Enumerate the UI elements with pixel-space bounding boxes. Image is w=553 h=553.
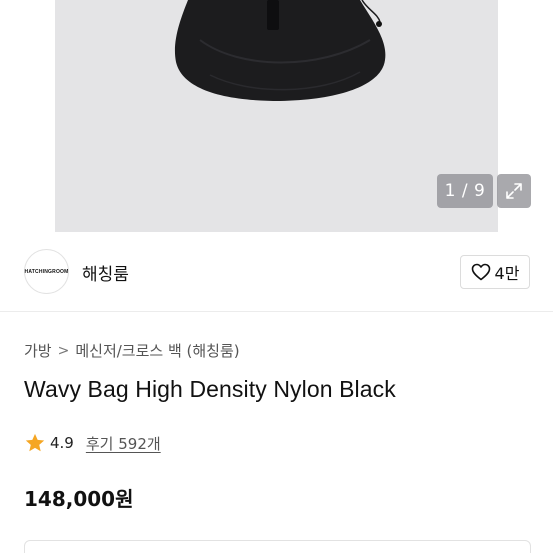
star-icon (25, 433, 45, 452)
like-count: 4만 (494, 264, 520, 283)
store-info-row: HATCHINGROOM 해칭룸 4만 (0, 232, 553, 312)
store-name[interactable]: 해칭룸 (82, 260, 129, 285)
store-logo[interactable]: HATCHINGROOM (24, 249, 69, 294)
expand-icon (506, 183, 522, 199)
product-title: Wavy Bag High Density Nylon Black (24, 376, 396, 402)
like-button[interactable]: 4만 (460, 255, 530, 289)
breadcrumb-item-category[interactable]: 가방 (24, 340, 52, 361)
store-logo-text: HATCHINGROOM (24, 268, 69, 275)
breadcrumb: 가방 > 메신저/크로스 백 (해칭룸) (24, 340, 240, 361)
image-counter: 1 / 9 (437, 174, 493, 208)
heart-icon (471, 263, 490, 281)
expand-button[interactable] (497, 174, 531, 208)
product-image-gallery[interactable]: 1 / 9 (0, 0, 553, 232)
breadcrumb-separator: > (57, 342, 70, 359)
rating-row: 4.9 후기 592개 (24, 432, 161, 454)
product-price: 148,000원 (24, 487, 134, 511)
review-count-link[interactable]: 후기 592개 (86, 433, 161, 454)
rating-value: 4.9 (50, 434, 74, 452)
breadcrumb-item-subcategory[interactable]: 메신저/크로스 백 (해칭룸) (75, 340, 239, 361)
option-box[interactable] (24, 540, 531, 553)
